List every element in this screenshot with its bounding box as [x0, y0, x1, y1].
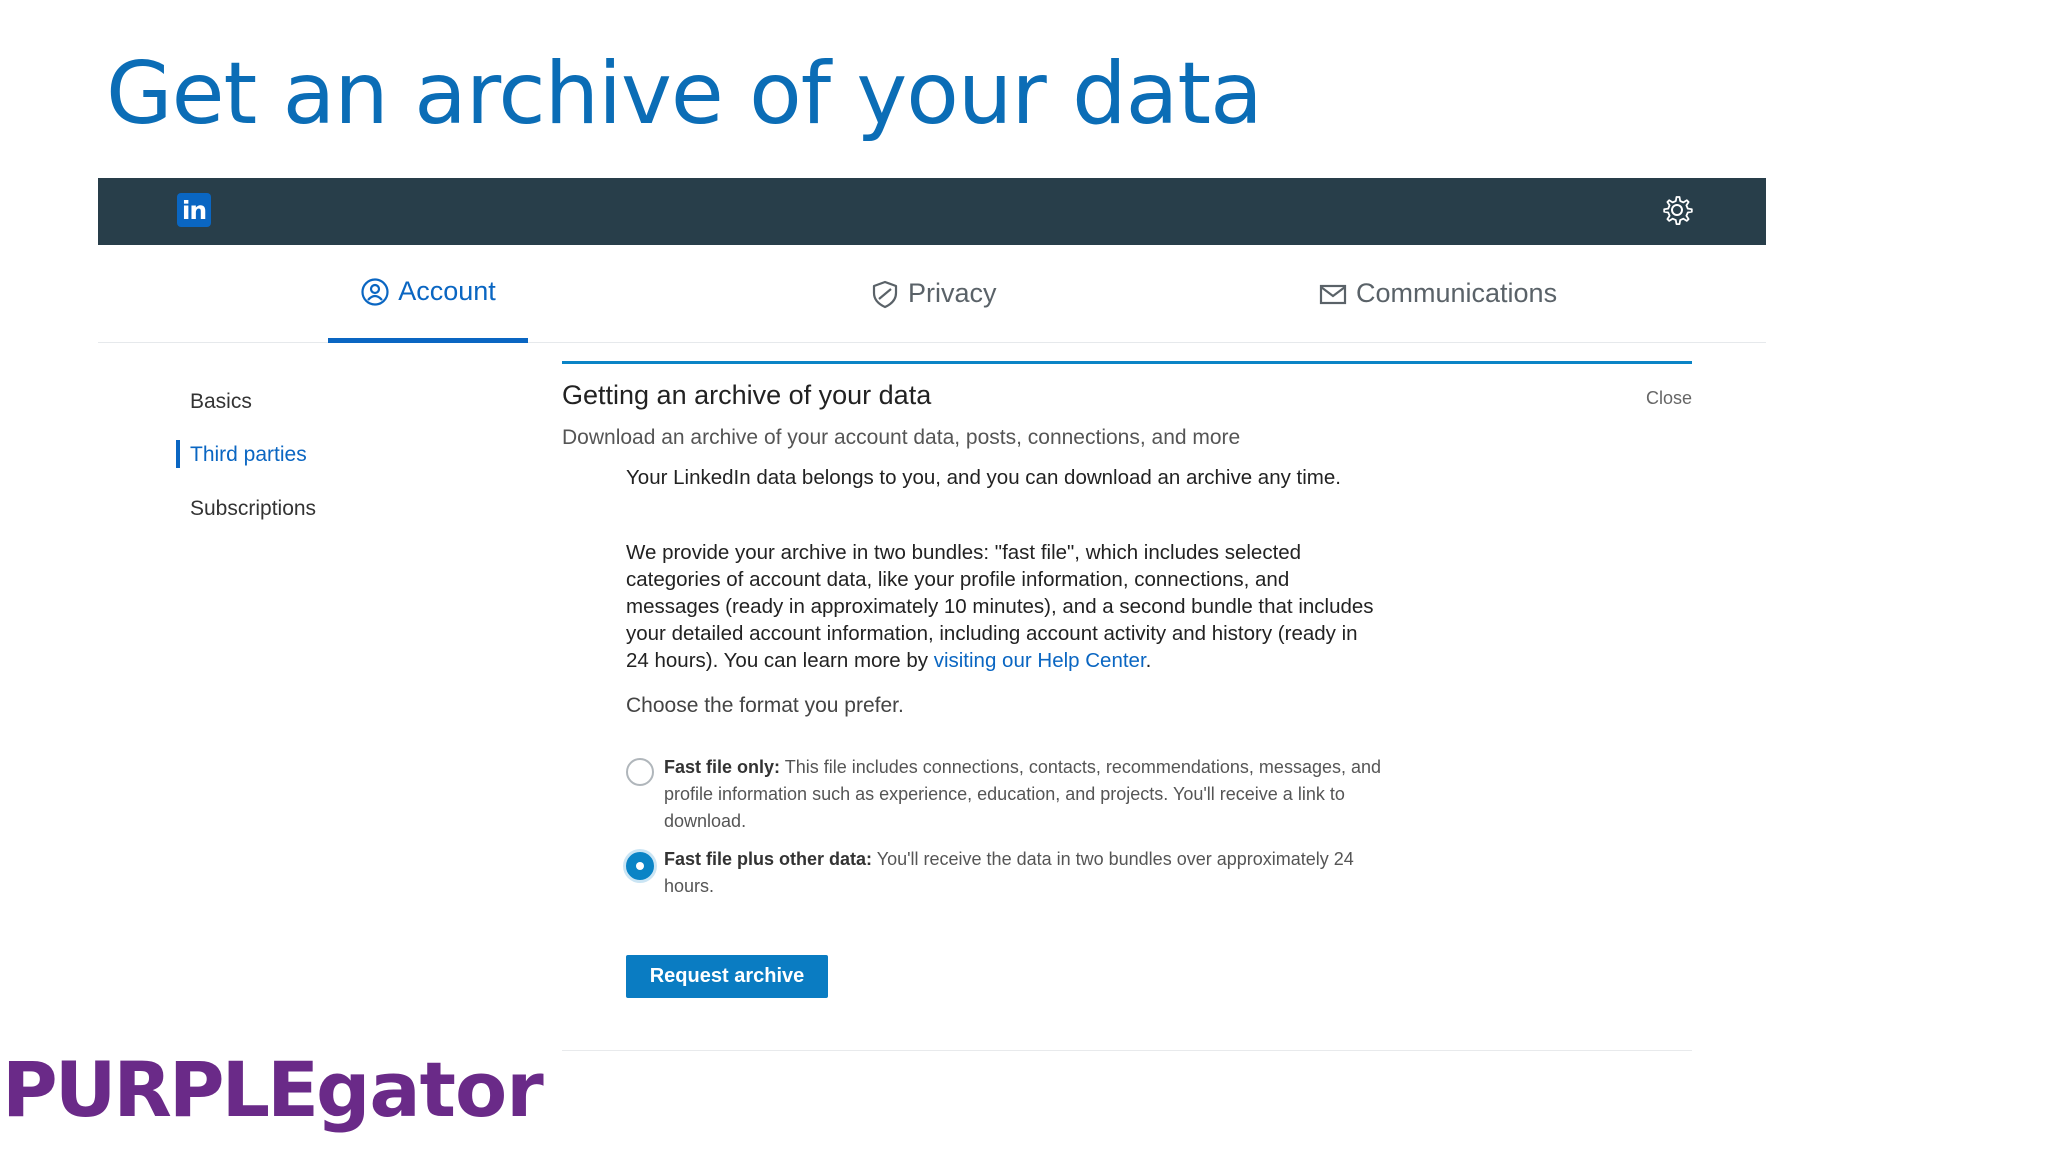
slide-title: Get an archive of your data [106, 44, 1263, 144]
settings-tabs: Account Privacy Communications [98, 245, 1766, 343]
tab-communications[interactable]: Communications [1318, 245, 1557, 342]
sidebar-item-subscriptions[interactable]: Subscriptions [190, 497, 316, 521]
tab-privacy[interactable]: Privacy [870, 245, 997, 342]
close-button[interactable]: Close [1646, 388, 1692, 409]
top-navigation-bar: in [98, 178, 1766, 245]
bundles-paragraph-end: . [1145, 649, 1152, 672]
radio-fast-file-only[interactable] [626, 758, 654, 786]
logo-purple: PURPLE [2, 1045, 319, 1134]
request-archive-button[interactable]: Request archive [626, 955, 828, 998]
option-title: Fast file plus other data: [664, 849, 873, 869]
sidebar-item-basics[interactable]: Basics [190, 390, 252, 414]
radio-fast-file-plus[interactable] [626, 852, 654, 880]
tab-account[interactable]: Account [328, 245, 528, 343]
help-center-link[interactable]: visiting our Help Center [934, 649, 1146, 672]
linkedin-logo[interactable]: in [177, 193, 211, 227]
account-icon [361, 277, 389, 306]
gear-icon[interactable] [1661, 194, 1693, 226]
option-fast-file-plus: Fast file plus other data: You'll receiv… [664, 846, 1384, 900]
archive-panel: Getting an archive of your data Close Do… [562, 361, 1692, 1051]
sidebar-item-third-parties[interactable]: Third parties [190, 443, 307, 467]
tab-communications-label: Communications [1356, 278, 1558, 308]
envelope-icon [1319, 284, 1347, 304]
logo-gator: gator [315, 1045, 544, 1134]
option-title: Fast file only: [664, 757, 781, 777]
purplegator-logo: PURPLEgator [2, 1052, 544, 1128]
tab-privacy-label: Privacy [908, 278, 997, 308]
ownership-paragraph: Your LinkedIn data belongs to you, and y… [626, 466, 1341, 489]
option-fast-file-only: Fast file only: This file includes conne… [664, 754, 1384, 835]
active-indicator [176, 440, 180, 468]
panel-subtitle: Download an archive of your account data… [562, 426, 1241, 449]
linkedin-settings-screenshot: in Account Privacy Communications Basics… [98, 178, 1766, 1058]
panel-title: Getting an archive of your data [562, 380, 932, 410]
bundles-paragraph: We provide your archive in two bundles: … [626, 539, 1386, 674]
format-prompt: Choose the format you prefer. [626, 694, 904, 717]
tab-account-label: Account [398, 276, 496, 306]
shield-icon [872, 280, 898, 308]
